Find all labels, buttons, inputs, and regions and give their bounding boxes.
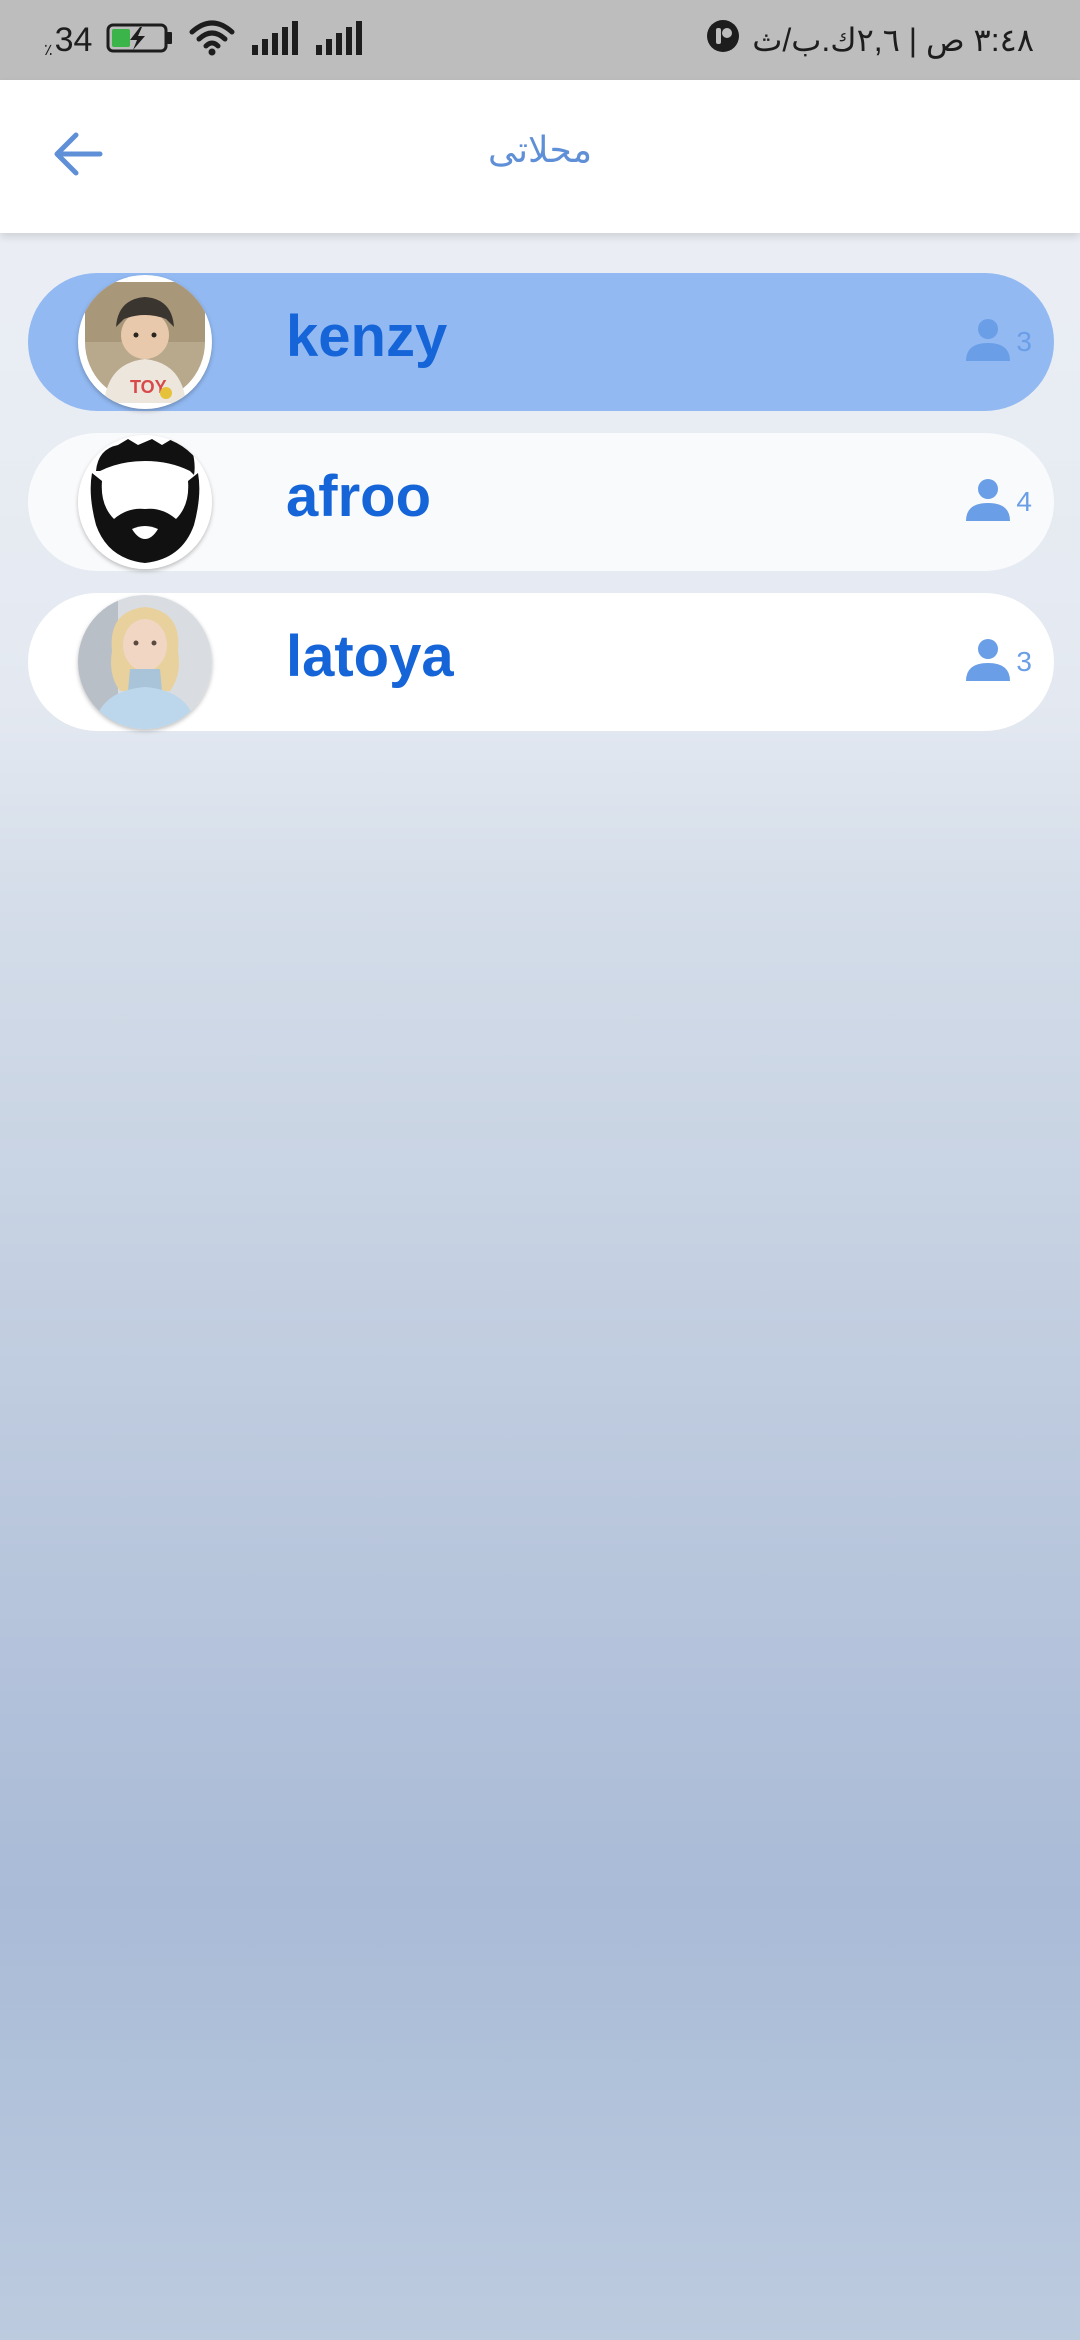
battery-icon xyxy=(106,23,174,58)
app-notification-icon xyxy=(706,19,740,61)
status-bar: ٪ 34 ٣:٤٨ ص | ٢,٦ك.ب/ث xyxy=(0,0,1080,80)
page-title: محلاتى xyxy=(487,130,593,171)
status-right: ٣:٤٨ ص | ٢,٦ك.ب/ث xyxy=(706,16,1034,64)
wifi-icon xyxy=(188,20,236,61)
status-left: ٪ 34 xyxy=(44,16,364,64)
person-icon xyxy=(964,475,1012,528)
store-name: latoya xyxy=(286,624,454,689)
person-icon xyxy=(964,315,1012,368)
member-count: 3 xyxy=(964,315,1032,368)
avatar: TOY xyxy=(78,275,212,409)
app-header: محلاتى xyxy=(0,80,1080,233)
person-icon xyxy=(964,635,1012,688)
store-name: kenzy xyxy=(286,304,448,369)
store-name: afroo xyxy=(286,464,431,529)
member-count: 3 xyxy=(964,635,1032,688)
store-row-latoya[interactable]: latoya 3 xyxy=(28,593,1054,731)
member-count-value: 3 xyxy=(1016,325,1032,357)
store-row-kenzy[interactable]: TOY kenzy 3 xyxy=(28,273,1054,411)
status-time-speed: ٣:٤٨ ص | ٢,٦ك.ب/ث xyxy=(752,22,1034,58)
battery-value: 34 xyxy=(54,20,93,59)
avatar xyxy=(78,435,212,569)
signal-icon-2 xyxy=(314,20,364,60)
member-count-value: 4 xyxy=(1016,485,1032,517)
avatar xyxy=(78,595,212,729)
percent-sign: ٪ xyxy=(44,41,53,59)
member-count-value: 3 xyxy=(1016,645,1032,677)
store-list: TOY kenzy 3 afroo 4 latoya 3 xyxy=(28,273,1054,753)
store-row-afroo[interactable]: afroo 4 xyxy=(28,433,1054,571)
signal-icon-1 xyxy=(250,20,300,60)
battery-percent: ٪ 34 xyxy=(44,21,92,60)
member-count: 4 xyxy=(964,475,1032,528)
